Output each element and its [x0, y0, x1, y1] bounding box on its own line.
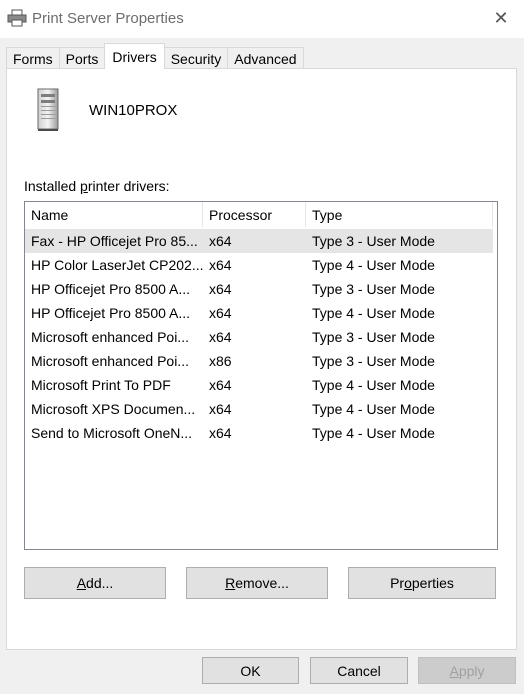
server-tower-icon [37, 88, 59, 131]
driver-processor: x64 [209, 281, 232, 297]
driver-processor: x64 [209, 329, 232, 345]
remove-button[interactable]: Remove... [186, 567, 328, 599]
driver-type: Type 4 - User Mode [312, 257, 435, 273]
driver-type: Type 3 - User Mode [312, 281, 435, 297]
ok-button[interactable]: OK [202, 657, 299, 684]
drivers-list[interactable]: Name Processor Type Fax - HP Officejet P… [24, 201, 498, 550]
driver-name: Microsoft enhanced Poi... [31, 329, 189, 345]
window-title: Print Server Properties [32, 10, 184, 27]
tab-strip: Forms Ports Drivers Security Advanced [6, 43, 304, 69]
tab-forms[interactable]: Forms [6, 47, 60, 69]
table-row[interactable]: HP Color LaserJet CP202... x64 Type 4 - … [25, 253, 497, 277]
close-icon: ✕ [493, 7, 509, 28]
driver-type: Type 4 - User Mode [312, 377, 435, 393]
driver-processor: x64 [209, 401, 232, 417]
add-button[interactable]: Add... [24, 567, 166, 599]
cancel-button[interactable]: Cancel [310, 657, 408, 684]
driver-name: Microsoft enhanced Poi... [31, 353, 189, 369]
table-row[interactable]: Microsoft enhanced Poi... x64 Type 3 - U… [25, 325, 497, 349]
apply-button[interactable]: Apply [418, 657, 516, 684]
drivers-tab-panel: WIN10PROX Installed printer drivers: Nam… [6, 68, 517, 650]
column-header-processor[interactable]: Processor [203, 202, 306, 227]
table-row[interactable]: Fax - HP Officejet Pro 85... x64 Type 3 … [25, 229, 493, 253]
table-row[interactable]: Microsoft enhanced Poi... x86 Type 3 - U… [25, 349, 497, 373]
driver-name: Fax - HP Officejet Pro 85... [31, 233, 198, 249]
drivers-list-header: Name Processor Type [25, 202, 497, 227]
driver-processor: x64 [209, 425, 232, 441]
printer-icon [7, 9, 27, 27]
table-row[interactable]: HP Officejet Pro 8500 A... x64 Type 4 - … [25, 301, 497, 325]
driver-name: HP Officejet Pro 8500 A... [31, 305, 191, 321]
tab-drivers[interactable]: Drivers [104, 43, 165, 69]
table-row[interactable]: Microsoft XPS Documen... x64 Type 4 - Us… [25, 397, 497, 421]
title-bar: Print Server Properties ✕ [0, 0, 524, 38]
driver-processor: x64 [209, 257, 232, 273]
tab-advanced[interactable]: Advanced [227, 47, 304, 69]
tab-ports[interactable]: Ports [58, 47, 106, 69]
driver-name: Microsoft XPS Documen... [31, 401, 196, 417]
table-row[interactable]: Send to Microsoft OneN... x64 Type 4 - U… [25, 421, 497, 445]
table-row[interactable]: HP Officejet Pro 8500 A... x64 Type 3 - … [25, 277, 497, 301]
driver-type: Type 4 - User Mode [312, 425, 435, 441]
driver-type: Type 3 - User Mode [312, 353, 435, 369]
driver-name: HP Color LaserJet CP202... [31, 257, 203, 273]
driver-type: Type 3 - User Mode [312, 329, 435, 345]
driver-processor: x86 [209, 353, 232, 369]
driver-type: Type 4 - User Mode [312, 401, 435, 417]
column-header-type[interactable]: Type [306, 202, 493, 227]
properties-button[interactable]: Pr o perties [348, 567, 496, 599]
driver-name: Send to Microsoft OneN... [31, 425, 193, 441]
driver-processor: x64 [209, 305, 232, 321]
driver-type: Type 3 - User Mode [312, 233, 435, 249]
installed-drivers-label: Installed printer drivers: [24, 178, 170, 194]
driver-name: Microsoft Print To PDF [31, 377, 171, 393]
tab-security[interactable]: Security [163, 47, 229, 69]
driver-processor: x64 [209, 233, 232, 249]
column-header-name[interactable]: Name [25, 202, 203, 227]
table-row[interactable]: Microsoft Print To PDF x64 Type 4 - User… [25, 373, 497, 397]
driver-type: Type 4 - User Mode [312, 305, 435, 321]
driver-name: HP Officejet Pro 8500 A... [31, 281, 191, 297]
close-button[interactable]: ✕ [478, 0, 524, 36]
server-name: WIN10PROX [89, 102, 178, 119]
driver-processor: x64 [209, 377, 232, 393]
drivers-list-body: Fax - HP Officejet Pro 85... x64 Type 3 … [25, 229, 497, 445]
